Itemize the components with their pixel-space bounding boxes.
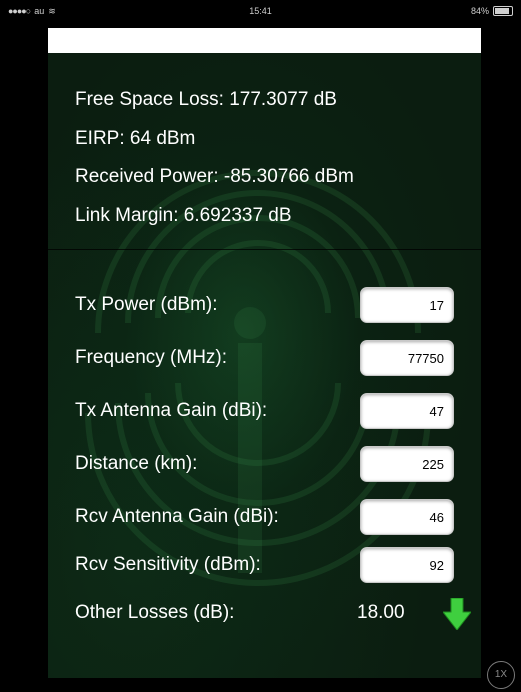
status-right: 84% xyxy=(471,6,513,16)
status-bar: ●●●●○ au ≋ 15:41 84% xyxy=(0,0,521,22)
battery-percent: 84% xyxy=(470,6,489,16)
carrier-label: au xyxy=(34,6,45,16)
rcv-antenna-gain-label: Rcv Antenna Gain (dBi): xyxy=(75,506,279,527)
received-power: Received Power: -85.30766 dBm xyxy=(75,166,354,187)
field-row-rcv-antenna-gain: Rcv Antenna Gain (dBi): xyxy=(75,499,454,535)
free-space-loss: Free Space Loss: 177.3077 dB xyxy=(75,89,337,110)
field-row-distance: Distance (km): xyxy=(75,446,454,482)
field-row-tx-antenna-gain: Tx Antenna Gain (dBi): xyxy=(75,393,454,429)
frequency-label: Frequency (MHz): xyxy=(75,347,228,368)
wifi-icon: ≋ xyxy=(48,5,56,16)
tx-power-label: Tx Power (dBm): xyxy=(75,294,218,315)
results-panel: Free Space Loss: 177.3077 dB EIRP: 64 dB… xyxy=(75,81,354,235)
frequency-input[interactable] xyxy=(360,340,454,376)
link-margin: Link Margin: 6.692337 dB xyxy=(75,204,292,226)
field-row-tx-power: Tx Power (dBm): xyxy=(75,287,454,323)
tx-antenna-gain-input[interactable] xyxy=(360,393,454,429)
distance-label: Distance (km): xyxy=(75,453,198,474)
other-losses-label: Other Losses (dB): xyxy=(75,602,235,623)
field-row-other-losses: Other Losses (dB): 18.00 xyxy=(75,595,471,631)
down-arrow-icon[interactable] xyxy=(443,598,471,630)
eirp: EIRP: 64 dBm xyxy=(75,127,196,149)
top-bar xyxy=(48,28,481,53)
signal-icon: ●●●●○ xyxy=(8,6,31,16)
status-left: ●●●●○ au ≋ xyxy=(8,6,56,17)
divider xyxy=(48,249,481,250)
status-time: 15:41 xyxy=(249,6,272,16)
tx-antenna-gain-label: Tx Antenna Gain (dBi): xyxy=(75,400,268,421)
calculator-screen: Free Space Loss: 177.3077 dB EIRP: 64 dB… xyxy=(48,53,481,678)
other-losses-value[interactable]: 18.00 xyxy=(357,595,405,631)
rcv-antenna-gain-input[interactable] xyxy=(360,499,454,535)
distance-input[interactable] xyxy=(360,446,454,482)
rcv-sensitivity-label: Rcv Sensitivity (dBm): xyxy=(75,554,261,575)
zoom-1x-button[interactable]: 1X xyxy=(487,661,515,689)
field-row-rcv-sensitivity: Rcv Sensitivity (dBm): xyxy=(75,547,454,583)
field-row-frequency: Frequency (MHz): xyxy=(75,340,454,376)
rcv-sensitivity-input[interactable] xyxy=(360,547,454,583)
battery-icon xyxy=(493,6,513,16)
tx-power-input[interactable] xyxy=(360,287,454,323)
